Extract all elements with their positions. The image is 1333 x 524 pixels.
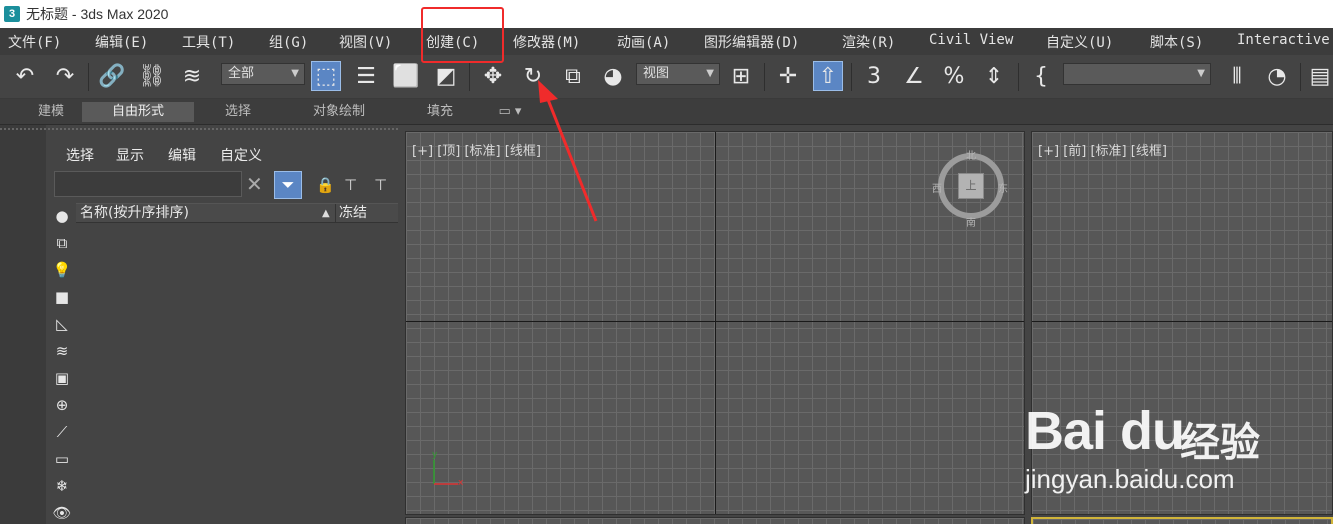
watermark-logo: Bai du: [1025, 401, 1185, 461]
watermark-cn: 经验: [1180, 420, 1260, 466]
app-window: 3 无标题 - 3ds Max 2020 文件(F) 编辑(E) 工具(T) 组…: [0, 0, 1333, 524]
watermark-url: jingyan.baidu.com: [1025, 464, 1235, 494]
